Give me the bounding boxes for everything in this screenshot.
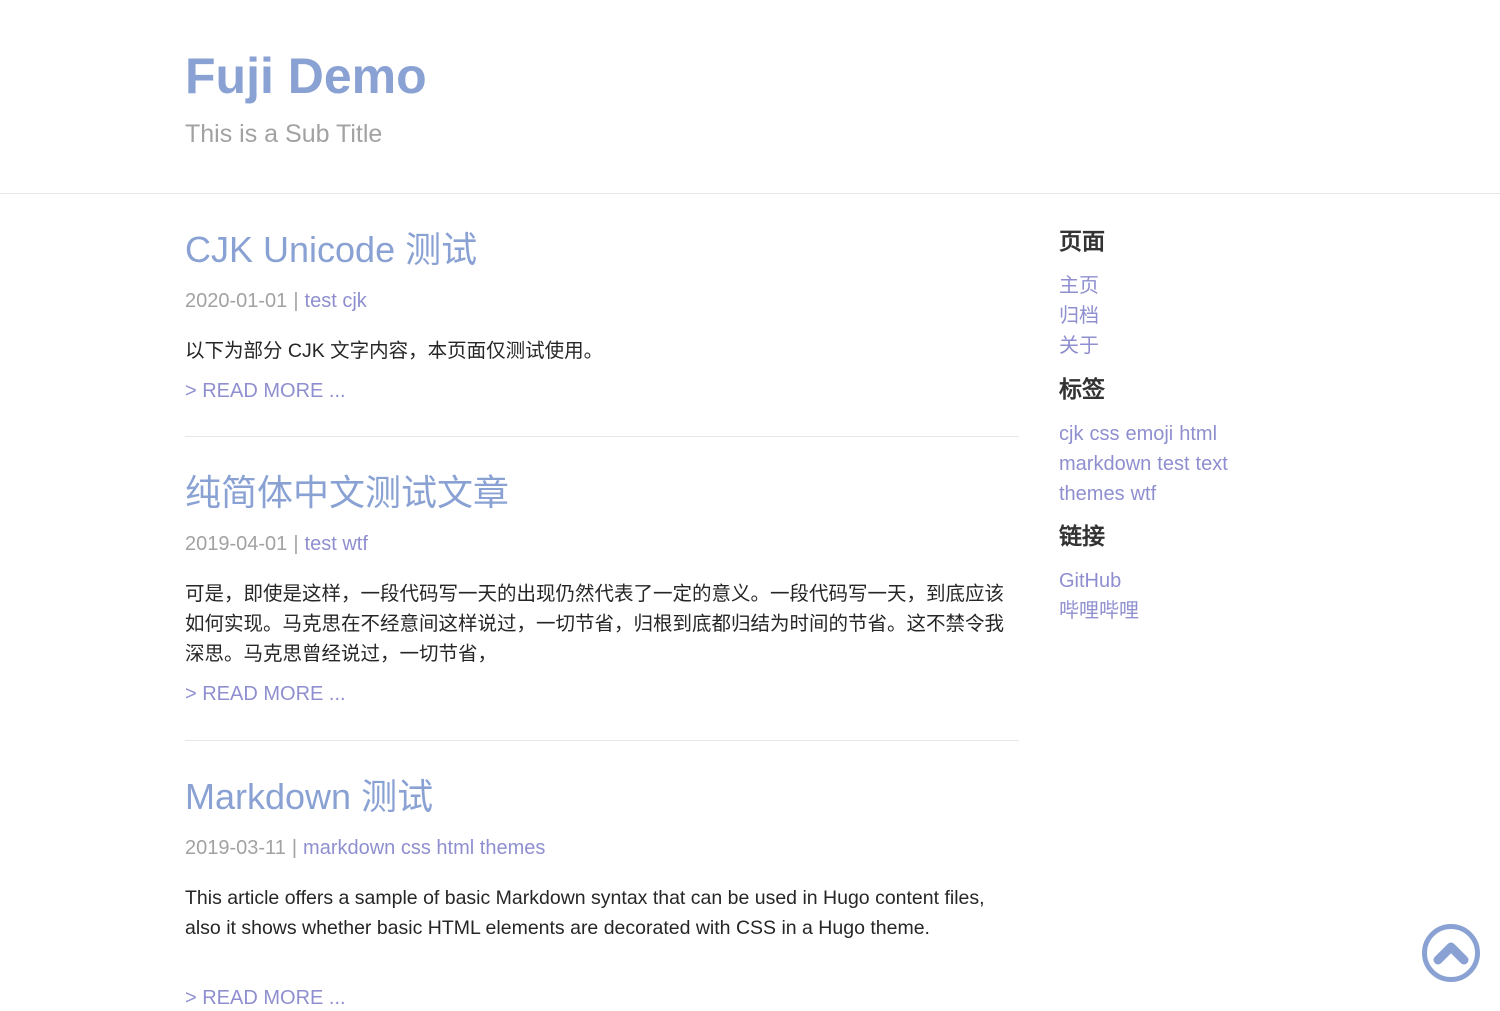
sidebar-tag-link[interactable]: test (1157, 453, 1189, 475)
sidebar-tag-link[interactable]: markdown (1059, 453, 1151, 475)
back-to-top-button[interactable] (1421, 923, 1481, 983)
site-subtitle: This is a Sub Title (185, 120, 383, 148)
sidebar-heading-pages: 页面 (1059, 229, 1105, 255)
sidebar-tag-link[interactable]: cjk (1059, 423, 1083, 445)
sidebar-tag-line: markdown test text (1059, 449, 1234, 479)
sidebar-tag-link[interactable]: css (1089, 423, 1119, 445)
meta-separator: | (293, 533, 299, 555)
sidebar-link-archive[interactable]: 归档 (1059, 301, 1099, 331)
post-list: CJK Unicode 测试 2020-01-01 | test cjk 以下为部分… (185, 194, 1019, 1011)
sidebar-link-github[interactable]: GitHub (1059, 566, 1121, 596)
post-summary: This article offers a sample of basic Ma… (185, 887, 985, 939)
post-tag-link[interactable]: html (436, 837, 474, 859)
post-title-link[interactable]: CJK Unicode 测试 (185, 228, 477, 272)
sidebar-tag-link[interactable]: emoji (1125, 423, 1173, 445)
site-header: Fuji Demo This is a Sub Title (0, 0, 1500, 194)
sidebar-link-home[interactable]: 主页 (1059, 271, 1099, 301)
post-title-link[interactable]: 纯简体中文测试文章 (185, 471, 509, 515)
meta-separator: | (291, 837, 298, 859)
post-meta: 2019-03-11 | markdown css html themes (185, 835, 545, 861)
post-item: 纯简体中文测试文章 2019-04-01 | test wtf 可是，即使是这样，一… (185, 437, 1019, 741)
sidebar-tag-line: themes wtf (1059, 479, 1162, 509)
sidebar-link-bilibili[interactable]: 哔哩哔哩 (1059, 596, 1139, 626)
read-more-link[interactable]: > READ MORE ... (185, 681, 346, 707)
meta-separator: | (293, 290, 299, 312)
sidebar-link-about[interactable]: 关于 (1059, 331, 1099, 361)
post-meta: 2020-01-01 | test cjk (185, 288, 367, 314)
sidebar-tag-line: cjk css emoji html (1059, 419, 1223, 449)
sidebar-heading-links: 链接 (1059, 524, 1105, 550)
post-item: CJK Unicode 测试 2020-01-01 | test cjk 以下为部分… (185, 194, 1019, 437)
sidebar-tag-link[interactable]: html (1179, 423, 1217, 445)
post-tag-link[interactable]: themes (480, 837, 546, 859)
chevron-up-circle-icon (1422, 924, 1480, 982)
post-meta: 2019-04-01 | test wtf (185, 531, 368, 557)
read-more-link[interactable]: > READ MORE ... (185, 985, 346, 1011)
post-date: 2019-04-01 (185, 533, 288, 555)
site-title-link[interactable]: Fuji Demo (185, 44, 427, 108)
post-summary: 以下为部分 CJK 文字内容，本页面仅测试使用。 (185, 340, 604, 362)
post-tag-link[interactable]: markdown (303, 837, 395, 859)
sidebar-tag-link[interactable]: themes (1059, 483, 1125, 505)
post-date: 2020-01-01 (185, 290, 288, 312)
post-date: 2019-03-11 (185, 837, 286, 859)
read-more-link[interactable]: > READ MORE ... (185, 378, 346, 404)
post-tag-link[interactable]: test (305, 533, 337, 555)
post-tag-link[interactable]: wtf (342, 533, 368, 555)
post-summary: 可是，即使是这样，一段代码写一天的出现仍然代表了一定的意义。一段代码写一天，到底… (185, 583, 1005, 665)
post-tag-link[interactable]: css (401, 837, 431, 859)
sidebar-heading-tags: 标签 (1059, 377, 1105, 403)
post-tag-link[interactable]: cjk (342, 290, 366, 312)
sidebar-tag-link[interactable]: wtf (1131, 483, 1157, 505)
post-title-link[interactable]: Markdown 测试 (185, 775, 433, 819)
post-item: Markdown 测试 2019-03-11 | markdown css html… (185, 741, 1019, 1011)
post-tag-link[interactable]: test (305, 290, 337, 312)
sidebar-tag-link[interactable]: text (1196, 453, 1228, 475)
